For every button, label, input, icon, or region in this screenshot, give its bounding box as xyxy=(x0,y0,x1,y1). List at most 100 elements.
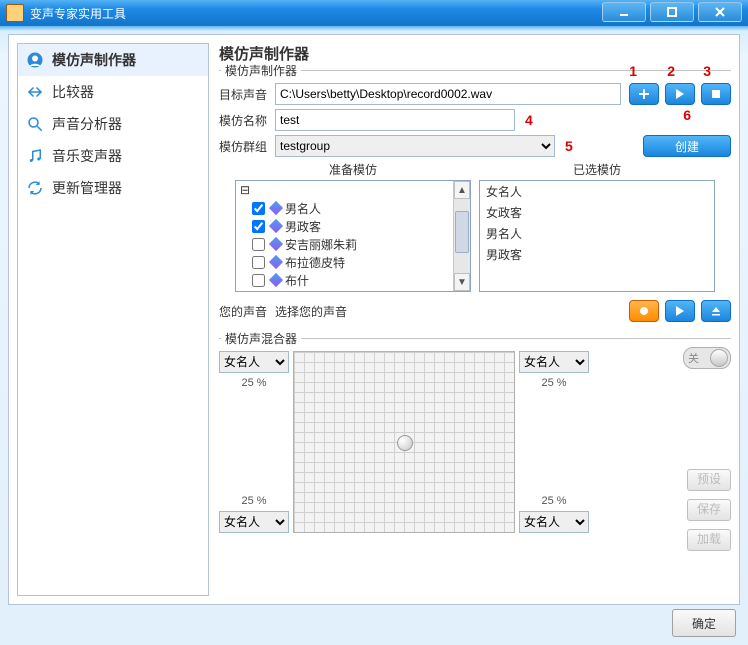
list-item[interactable]: 布什 xyxy=(236,271,454,289)
list-item[interactable]: 女政客 xyxy=(480,202,714,223)
annotation-4: 4 xyxy=(525,112,533,128)
play-target-button[interactable] xyxy=(665,83,695,105)
create-button[interactable]: 创建 xyxy=(643,135,731,157)
annotation-6: 6 xyxy=(683,107,691,123)
sidebar-item-label: 模仿声制作器 xyxy=(52,50,136,70)
diamond-icon xyxy=(269,237,283,251)
prepare-item-label: 布什 xyxy=(285,272,309,289)
prepare-listbox[interactable]: ⊟ 男名人 男政客 安吉丽娜朱莉 布拉德皮特 布什 赖斯 ▲ xyxy=(235,180,471,292)
selected-title: 已选模仿 xyxy=(479,161,715,178)
create-button-label: 创建 xyxy=(675,138,699,155)
diamond-icon xyxy=(269,255,283,269)
list-item[interactable]: 安吉丽娜朱莉 xyxy=(236,235,454,253)
prepare-checkbox[interactable] xyxy=(252,256,265,269)
prepare-item-label: 赖斯 xyxy=(285,290,309,293)
minimize-button[interactable] xyxy=(602,2,646,22)
scroll-down-button[interactable]: ▼ xyxy=(454,273,470,291)
preset-button[interactable]: 预设 xyxy=(687,469,731,491)
list-item[interactable]: 赖斯 xyxy=(236,289,454,292)
list-item[interactable]: 男名人 xyxy=(480,223,714,244)
annotation-2: 2 xyxy=(667,63,675,79)
maximize-button[interactable] xyxy=(650,2,694,22)
mixer-pct-tl: 25 % xyxy=(219,377,289,389)
group-mixer: 模仿声混合器 女名人 25 % 25 % 女名人 xyxy=(219,338,731,555)
annotation-5: 5 xyxy=(565,138,573,154)
your-voice-label: 您的声音 xyxy=(219,303,275,320)
mixer-pct-tr: 25 % xyxy=(519,377,589,389)
tree-root[interactable]: ⊟ xyxy=(236,181,454,199)
diamond-icon xyxy=(269,219,283,233)
toggle-knob xyxy=(710,349,728,367)
stop-target-button[interactable] xyxy=(701,83,731,105)
close-button[interactable] xyxy=(698,2,742,22)
eject-button[interactable] xyxy=(701,300,731,322)
annotation-1: 1 xyxy=(629,63,637,79)
mixer-bottom-left-select[interactable]: 女名人 xyxy=(219,511,289,533)
list-item[interactable]: 男政客 xyxy=(236,217,454,235)
prepare-item-label: 男政客 xyxy=(285,218,321,235)
prepare-title: 准备模仿 xyxy=(235,161,471,178)
main-area: 模仿声制作器 模仿声制作器 1 2 3 目标声音 模仿名称 xyxy=(219,43,731,596)
sidebar: 模仿声制作器 比较器 声音分析器 音乐变声器 xyxy=(17,43,209,596)
add-target-button[interactable] xyxy=(629,83,659,105)
prepare-item-label: 男名人 xyxy=(285,200,321,217)
prepare-checkbox[interactable] xyxy=(252,220,265,233)
page-title: 模仿声制作器 xyxy=(219,43,731,64)
sidebar-item-label: 音乐变声器 xyxy=(52,146,122,166)
sidebar-item-updater[interactable]: 更新管理器 xyxy=(18,172,208,204)
play-your-voice-button[interactable] xyxy=(665,300,695,322)
mixer-pct-bl: 25 % xyxy=(219,495,289,507)
scroll-thumb[interactable] xyxy=(455,211,469,253)
sidebar-item-label: 比较器 xyxy=(52,82,94,102)
prepare-item-label: 安吉丽娜朱莉 xyxy=(285,236,357,253)
scroll-up-button[interactable]: ▲ xyxy=(454,181,470,199)
comparator-icon xyxy=(26,83,44,101)
sidebar-item-label: 更新管理器 xyxy=(52,178,122,198)
target-voice-input[interactable] xyxy=(275,83,621,105)
list-item[interactable]: 男名人 xyxy=(236,199,454,217)
analyzer-icon xyxy=(26,115,44,133)
sidebar-item-voice-maker[interactable]: 模仿声制作器 xyxy=(18,44,208,76)
group-legend: 模仿声制作器 xyxy=(221,62,301,79)
main-panel: 模仿声制作器 比较器 声音分析器 音乐变声器 xyxy=(8,34,740,605)
music-icon xyxy=(26,147,44,165)
imitate-group-combo[interactable]: testgroup xyxy=(275,135,555,157)
diamond-icon xyxy=(269,201,283,215)
prepare-checkbox[interactable] xyxy=(252,292,265,293)
mixer-legend: 模仿声混合器 xyxy=(221,330,301,347)
prepare-checkbox[interactable] xyxy=(252,274,265,287)
diamond-icon xyxy=(269,291,283,292)
app-icon xyxy=(6,4,24,22)
mixer-top-right-select[interactable]: 女名人 xyxy=(519,351,589,373)
ok-button-label: 确定 xyxy=(692,615,716,632)
toggle-label: 关 xyxy=(688,350,699,366)
sidebar-item-analyzer[interactable]: 声音分析器 xyxy=(18,108,208,140)
voice-maker-icon xyxy=(26,51,44,69)
record-button[interactable] xyxy=(629,300,659,322)
prepare-checkbox[interactable] xyxy=(252,238,265,251)
save-button[interactable]: 保存 xyxy=(687,499,731,521)
group-voice-maker: 模仿声制作器 1 2 3 目标声音 模仿名称 4 xyxy=(219,70,731,330)
list-item[interactable]: 布拉德皮特 xyxy=(236,253,454,271)
mixer-top-left-select[interactable]: 女名人 xyxy=(219,351,289,373)
list-item[interactable]: 男政客 xyxy=(480,244,714,265)
imitate-name-input[interactable] xyxy=(275,109,515,131)
target-voice-label: 目标声音 xyxy=(219,86,275,103)
mixer-grid[interactable] xyxy=(293,351,515,533)
sidebar-item-music-changer[interactable]: 音乐变声器 xyxy=(18,140,208,172)
prepare-item-label: 布拉德皮特 xyxy=(285,254,345,271)
imitate-group-label: 模仿群组 xyxy=(219,138,275,155)
your-voice-hint: 选择您的声音 xyxy=(275,303,621,320)
updater-icon xyxy=(26,179,44,197)
selected-listbox[interactable]: 女名人 女政客 男名人 男政客 xyxy=(479,180,715,292)
scrollbar[interactable]: ▲ ▼ xyxy=(453,181,470,291)
load-button[interactable]: 加载 xyxy=(687,529,731,551)
sidebar-item-comparator[interactable]: 比较器 xyxy=(18,76,208,108)
mixer-toggle[interactable]: 关 xyxy=(683,347,731,369)
mixer-bottom-right-select[interactable]: 女名人 xyxy=(519,511,589,533)
prepare-checkbox[interactable] xyxy=(252,202,265,215)
list-item[interactable]: 女名人 xyxy=(480,181,714,202)
mixer-handle[interactable] xyxy=(397,435,413,451)
window-title: 变声专家实用工具 xyxy=(30,5,126,22)
ok-button[interactable]: 确定 xyxy=(672,609,736,637)
